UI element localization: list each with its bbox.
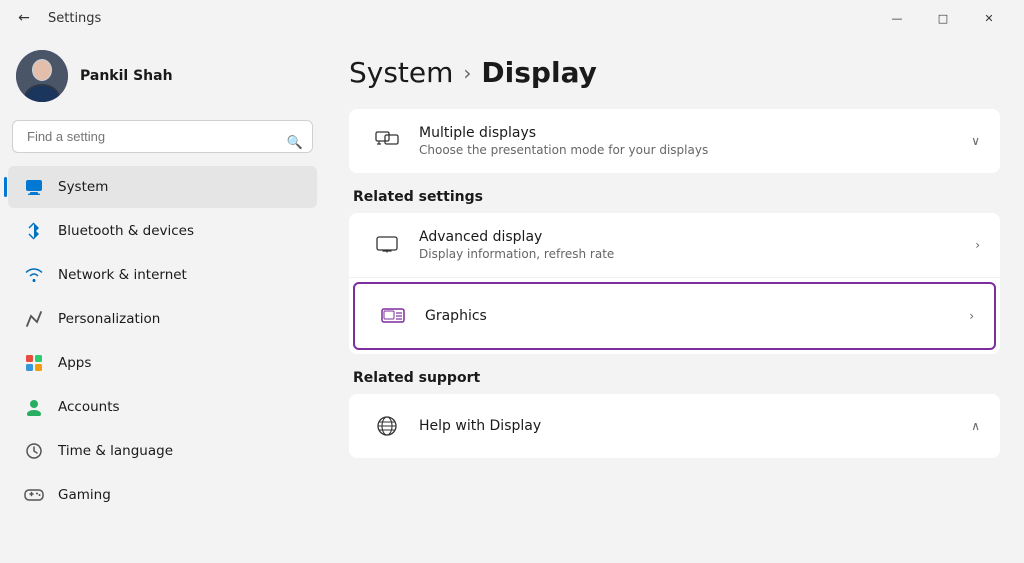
user-profile[interactable]: Pankil Shah — [0, 36, 325, 120]
accounts-label: Accounts — [58, 399, 120, 415]
accounts-icon — [24, 397, 44, 417]
breadcrumb-separator: › — [463, 61, 471, 85]
back-button[interactable]: ← — [12, 6, 36, 30]
related-support-label: Related support — [353, 370, 1000, 386]
graphics-row[interactable]: Graphics › — [353, 282, 996, 350]
multiple-displays-text: Multiple displays Choose the presentatio… — [419, 125, 971, 157]
gaming-icon — [24, 485, 44, 505]
advanced-display-row[interactable]: Advanced display Display information, re… — [349, 213, 1000, 278]
title-bar: ← Settings — □ ✕ — [0, 0, 1024, 36]
maximize-button[interactable]: □ — [920, 2, 966, 34]
multiple-displays-expand-icon: ∨ — [971, 134, 980, 148]
graphics-icon — [375, 298, 411, 334]
graphics-chevron: › — [969, 309, 974, 323]
breadcrumb-parent: System — [349, 56, 453, 89]
graphics-title: Graphics — [425, 308, 969, 324]
sidebar-item-network[interactable]: Network & internet — [8, 254, 317, 296]
advanced-display-title: Advanced display — [419, 229, 975, 245]
breadcrumb-current: Display — [481, 56, 596, 89]
graphics-text: Graphics — [425, 308, 969, 324]
personalization-icon — [24, 309, 44, 329]
advanced-display-text: Advanced display Display information, re… — [419, 229, 975, 261]
system-label: System — [58, 179, 108, 195]
apps-label: Apps — [58, 355, 91, 371]
gaming-label: Gaming — [58, 487, 111, 503]
app-body: Pankil Shah 🔍 System — [0, 36, 1024, 563]
bluetooth-label: Bluetooth & devices — [58, 223, 194, 239]
system-icon — [24, 177, 44, 197]
sidebar-item-time[interactable]: Time & language — [8, 430, 317, 472]
search-container: 🔍 — [0, 120, 325, 165]
network-icon — [24, 265, 44, 285]
multiple-displays-card: Multiple displays Choose the presentatio… — [349, 109, 1000, 173]
sidebar-item-personalization[interactable]: Personalization — [8, 298, 317, 340]
help-display-row[interactable]: Help with Display ∧ — [349, 394, 1000, 458]
help-display-title: Help with Display — [419, 418, 971, 434]
multiple-displays-row[interactable]: Multiple displays Choose the presentatio… — [349, 109, 1000, 173]
user-name: Pankil Shah — [80, 68, 173, 84]
window-controls: — □ ✕ — [874, 2, 1012, 34]
close-button[interactable]: ✕ — [966, 2, 1012, 34]
multiple-displays-icon — [369, 123, 405, 159]
app-title: Settings — [48, 11, 101, 26]
sidebar-item-accounts[interactable]: Accounts — [8, 386, 317, 428]
help-display-icon — [369, 408, 405, 444]
advanced-display-chevron: › — [975, 238, 980, 252]
bluetooth-icon — [24, 221, 44, 241]
personalization-label: Personalization — [58, 311, 160, 327]
help-display-text: Help with Display — [419, 418, 971, 434]
network-label: Network & internet — [58, 267, 187, 283]
sidebar: Pankil Shah 🔍 System — [0, 36, 325, 563]
sidebar-item-bluetooth[interactable]: Bluetooth & devices — [8, 210, 317, 252]
time-icon — [24, 441, 44, 461]
sidebar-item-system[interactable]: System — [8, 166, 317, 208]
search-icon: 🔍 — [287, 135, 303, 150]
sidebar-item-gaming[interactable]: Gaming — [8, 474, 317, 516]
related-support-card: Help with Display ∧ — [349, 394, 1000, 458]
related-settings-label: Related settings — [353, 189, 1000, 205]
sidebar-item-apps[interactable]: Apps — [8, 342, 317, 384]
multiple-displays-desc: Choose the presentation mode for your di… — [419, 143, 971, 157]
apps-icon — [24, 353, 44, 373]
search-input[interactable] — [12, 120, 313, 153]
main-content: System › Display Multiple displays Choos… — [325, 36, 1024, 563]
multiple-displays-title: Multiple displays — [419, 125, 971, 141]
help-display-expand-icon: ∧ — [971, 419, 980, 433]
advanced-display-icon — [369, 227, 405, 263]
time-label: Time & language — [58, 443, 173, 459]
related-settings-card: Advanced display Display information, re… — [349, 213, 1000, 354]
advanced-display-desc: Display information, refresh rate — [419, 247, 975, 261]
minimize-button[interactable]: — — [874, 2, 920, 34]
avatar — [16, 50, 68, 102]
page-title: System › Display — [349, 56, 1000, 89]
